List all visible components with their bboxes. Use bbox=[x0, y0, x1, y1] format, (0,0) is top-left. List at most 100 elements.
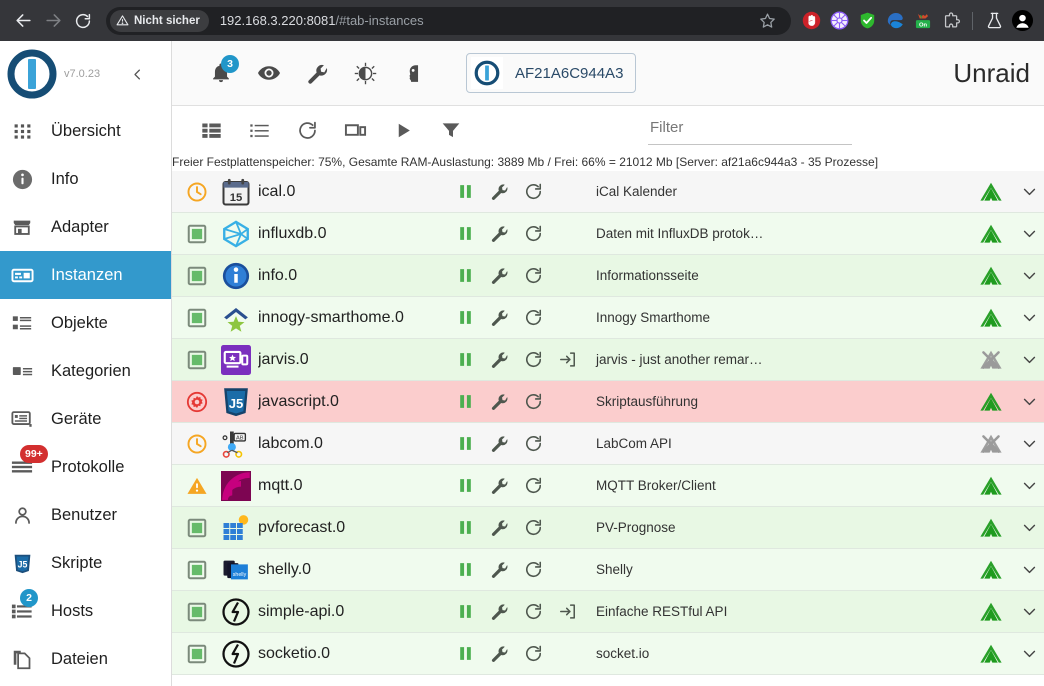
status-icon-running[interactable] bbox=[180, 517, 214, 539]
chevron-down-icon[interactable] bbox=[1014, 561, 1044, 578]
sidebar-item-geraete[interactable]: Geräte 99+ bbox=[0, 395, 171, 443]
table-row-javascript.0[interactable]: J5 javascript.0 Skriptausführung bbox=[172, 381, 1044, 423]
table-row-simple-api.0[interactable]: simple-api.0 Einfache RESTful API bbox=[172, 591, 1044, 633]
reload-button[interactable] bbox=[516, 259, 550, 293]
reload-button[interactable] bbox=[516, 175, 550, 209]
sidebar-item-hosts[interactable]: Hosts 2 bbox=[0, 587, 171, 635]
forward-arrow-icon[interactable] bbox=[38, 6, 68, 36]
pause-button[interactable] bbox=[448, 553, 482, 587]
expert-mode-icon[interactable] bbox=[394, 54, 432, 92]
wrench-button[interactable] bbox=[482, 553, 516, 587]
status-icon-scheduled[interactable] bbox=[180, 181, 214, 203]
status-icon-running[interactable] bbox=[180, 223, 214, 245]
pause-button[interactable] bbox=[448, 217, 482, 251]
reload-icon[interactable] bbox=[68, 6, 98, 36]
table-row-shelly.0[interactable]: shelly shelly.0 Shelly bbox=[172, 549, 1044, 591]
notifications-bell-icon[interactable]: 3 bbox=[202, 54, 240, 92]
chevron-down-icon[interactable] bbox=[1014, 603, 1044, 620]
pause-button[interactable] bbox=[448, 637, 482, 671]
table-row-labcom.0[interactable]: AB labcom.0 LabCom API bbox=[172, 423, 1044, 465]
table-row-innogy-smarthome.0[interactable]: innogy-smarthome.0 Innogy Smarthome bbox=[172, 297, 1044, 339]
filter-funnel-icon[interactable] bbox=[434, 113, 468, 147]
host-selector-chip[interactable]: AF21A6C944A3 bbox=[466, 53, 637, 93]
sidebar-item-skripte[interactable]: J5 Skripte bbox=[0, 539, 171, 587]
status-icon-running[interactable] bbox=[180, 601, 214, 623]
reload-button[interactable] bbox=[516, 511, 550, 545]
chevron-down-icon[interactable] bbox=[1014, 393, 1044, 410]
chevron-down-icon[interactable] bbox=[1014, 183, 1044, 200]
refresh-icon[interactable] bbox=[290, 113, 324, 147]
eye-icon[interactable] bbox=[250, 54, 288, 92]
sidebar-item-info[interactable]: Info bbox=[0, 155, 171, 203]
status-icon-running[interactable] bbox=[180, 643, 214, 665]
table-row-influxdb.0[interactable]: influxdb.0 Daten mit InfluxDB protok… bbox=[172, 213, 1044, 255]
iobroker-logo[interactable] bbox=[6, 48, 58, 100]
status-icon-scheduled[interactable] bbox=[180, 433, 214, 455]
theme-contrast-icon[interactable] bbox=[346, 54, 384, 92]
pause-button[interactable] bbox=[448, 385, 482, 419]
reload-button[interactable] bbox=[516, 301, 550, 335]
reload-button[interactable] bbox=[516, 343, 550, 377]
profile-avatar-icon[interactable] bbox=[1008, 7, 1036, 35]
wrench-button[interactable] bbox=[482, 511, 516, 545]
chevron-down-icon[interactable] bbox=[1014, 309, 1044, 326]
pause-button[interactable] bbox=[448, 301, 482, 335]
star-icon[interactable] bbox=[753, 7, 781, 35]
status-icon-running[interactable] bbox=[180, 559, 214, 581]
pause-button[interactable] bbox=[448, 511, 482, 545]
tampermonkey-extension-icon[interactable]: On bbox=[909, 7, 937, 35]
pause-button[interactable] bbox=[448, 427, 482, 461]
host-select-icon[interactable] bbox=[338, 113, 372, 147]
ublock-origin-extension-icon[interactable] bbox=[797, 7, 825, 35]
table-row-ical.0[interactable]: 15 ical.0 iCal Kalender bbox=[172, 171, 1044, 213]
view-list-icon[interactable] bbox=[242, 113, 276, 147]
wrench-button[interactable] bbox=[482, 469, 516, 503]
start-all-icon[interactable] bbox=[386, 113, 420, 147]
reload-button[interactable] bbox=[516, 217, 550, 251]
reload-button[interactable] bbox=[516, 637, 550, 671]
chevron-left-icon[interactable] bbox=[127, 64, 147, 84]
table-row-socketio.0[interactable]: socketio.0 socket.io bbox=[172, 633, 1044, 675]
table-row-jarvis.0[interactable]: jarvis.0 jarvis - just another remar… bbox=[172, 339, 1044, 381]
wrench-button[interactable] bbox=[482, 217, 516, 251]
table-row-info.0[interactable]: info.0 Informationsseite bbox=[172, 255, 1044, 297]
table-row-pvforecast.0[interactable]: pvforecast.0 PV-Prognose bbox=[172, 507, 1044, 549]
pause-button[interactable] bbox=[448, 343, 482, 377]
privacy-badger-extension-icon[interactable] bbox=[853, 7, 881, 35]
sidebar-item-objekte[interactable]: Objekte bbox=[0, 299, 171, 347]
filter-input[interactable] bbox=[648, 115, 852, 145]
sidebar-item-adapter[interactable]: Adapter bbox=[0, 203, 171, 251]
wrench-button[interactable] bbox=[482, 595, 516, 629]
status-icon-warning[interactable] bbox=[180, 475, 214, 497]
wrench-button[interactable] bbox=[482, 385, 516, 419]
wrench-button[interactable] bbox=[482, 175, 516, 209]
status-icon-error[interactable] bbox=[180, 391, 214, 413]
reload-button[interactable] bbox=[516, 427, 550, 461]
chevron-down-icon[interactable] bbox=[1014, 351, 1044, 368]
wrench-button[interactable] bbox=[482, 343, 516, 377]
violentmonkey-extension-icon[interactable] bbox=[825, 7, 853, 35]
wrench-button[interactable] bbox=[482, 301, 516, 335]
reload-button[interactable] bbox=[516, 469, 550, 503]
edge-extension-icon[interactable] bbox=[881, 7, 909, 35]
extensions-puzzle-icon[interactable] bbox=[937, 7, 965, 35]
status-icon-running[interactable] bbox=[180, 349, 214, 371]
status-icon-running[interactable] bbox=[180, 265, 214, 287]
sidebar-item-kategorien[interactable]: Kategorien bbox=[0, 347, 171, 395]
link-button[interactable] bbox=[550, 343, 584, 377]
sidebar-item-dateien[interactable]: Dateien bbox=[0, 635, 171, 683]
back-arrow-icon[interactable] bbox=[8, 6, 38, 36]
reload-button[interactable] bbox=[516, 595, 550, 629]
wrench-icon[interactable] bbox=[298, 54, 336, 92]
instances-table[interactable]: 15 ical.0 iCal Kalender influxdb.0 Daten… bbox=[172, 171, 1044, 686]
reload-button[interactable] bbox=[516, 385, 550, 419]
sidebar-item-uebersicht[interactable]: Übersicht bbox=[0, 107, 171, 155]
chevron-down-icon[interactable] bbox=[1014, 477, 1044, 494]
link-button[interactable] bbox=[550, 595, 584, 629]
chevron-down-icon[interactable] bbox=[1014, 267, 1044, 284]
pause-button[interactable] bbox=[448, 469, 482, 503]
chevron-down-icon[interactable] bbox=[1014, 435, 1044, 452]
address-bar[interactable]: Nicht sicher 192.168.3.220:8081/#tab-ins… bbox=[106, 6, 791, 35]
pause-button[interactable] bbox=[448, 595, 482, 629]
chevron-down-icon[interactable] bbox=[1014, 645, 1044, 662]
